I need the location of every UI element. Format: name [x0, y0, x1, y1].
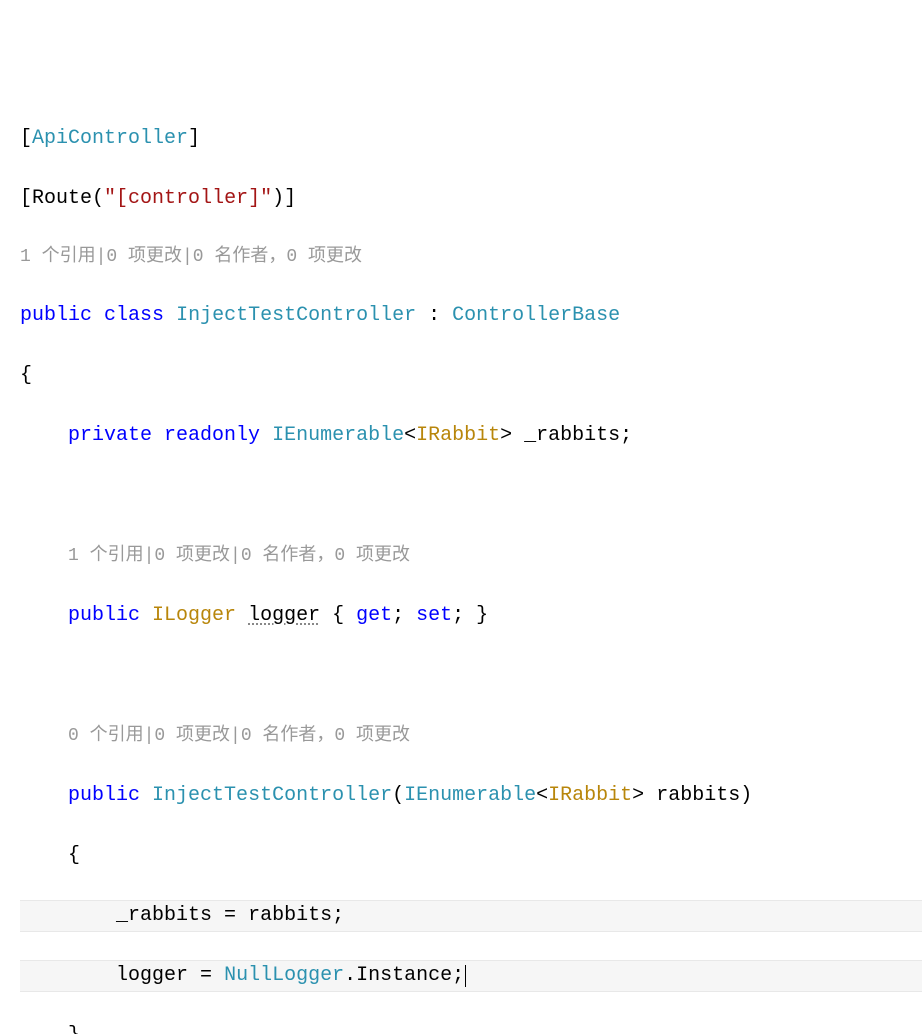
- code-line[interactable]: }: [20, 1021, 922, 1034]
- type-irabbit: IRabbit: [416, 424, 500, 447]
- type-ilogger: ILogger: [152, 604, 236, 627]
- blank-line[interactable]: [20, 481, 922, 511]
- keyword-readonly: readonly: [164, 424, 260, 447]
- text-caret: [465, 965, 466, 987]
- keyword-class: class: [104, 304, 164, 327]
- code-line[interactable]: {: [20, 841, 922, 871]
- class-name: InjectTestController: [176, 304, 416, 327]
- string-literal: "[controller]": [104, 187, 272, 210]
- param-rabbits: rabbits: [656, 784, 740, 807]
- member-instance: Instance: [356, 964, 452, 987]
- type-irabbit: IRabbit: [548, 784, 632, 807]
- type-ienumerable: IEnumerable: [404, 784, 536, 807]
- attribute-apicontroller: ApiController: [32, 127, 188, 150]
- code-line[interactable]: public class InjectTestController : Cont…: [20, 301, 922, 331]
- type-ienumerable: IEnumerable: [272, 424, 404, 447]
- code-line[interactable]: public InjectTestController(IEnumerable<…: [20, 781, 922, 811]
- field-rabbits: _rabbits: [524, 424, 620, 447]
- code-line-caret[interactable]: logger = NullLogger.Instance;: [20, 960, 922, 992]
- code-line[interactable]: [Route("[controller]")]: [20, 184, 922, 214]
- code-line[interactable]: _rabbits = rabbits;: [20, 900, 922, 932]
- base-class: ControllerBase: [452, 304, 620, 327]
- keyword-public: public: [68, 604, 140, 627]
- ctor-name: InjectTestController: [152, 784, 392, 807]
- codelens-class[interactable]: 1 个引用|0 项更改|0 名作者，0 项更改: [20, 244, 922, 271]
- keyword-get: get: [356, 604, 392, 627]
- assign-lhs: logger: [116, 964, 188, 987]
- keyword-public: public: [68, 784, 140, 807]
- codelens-logger[interactable]: 1 个引用|0 项更改|0 名作者，0 项更改: [20, 541, 922, 571]
- attribute-route: Route: [32, 187, 92, 210]
- code-line[interactable]: [ApiController]: [20, 124, 922, 154]
- code-line[interactable]: {: [20, 361, 922, 391]
- type-nulllogger: NullLogger: [224, 964, 344, 987]
- code-line[interactable]: public ILogger logger { get; set; }: [20, 601, 922, 631]
- blank-line[interactable]: [20, 661, 922, 691]
- keyword-private: private: [68, 424, 152, 447]
- assign-rhs: rabbits: [248, 904, 332, 927]
- keyword-public: public: [20, 304, 92, 327]
- code-line[interactable]: private readonly IEnumerable<IRabbit> _r…: [20, 421, 922, 451]
- keyword-set: set: [416, 604, 452, 627]
- codelens-ctor[interactable]: 0 个引用|0 项更改|0 名作者，0 项更改: [20, 721, 922, 751]
- assign-lhs: _rabbits: [116, 904, 212, 927]
- property-logger: logger: [248, 604, 320, 627]
